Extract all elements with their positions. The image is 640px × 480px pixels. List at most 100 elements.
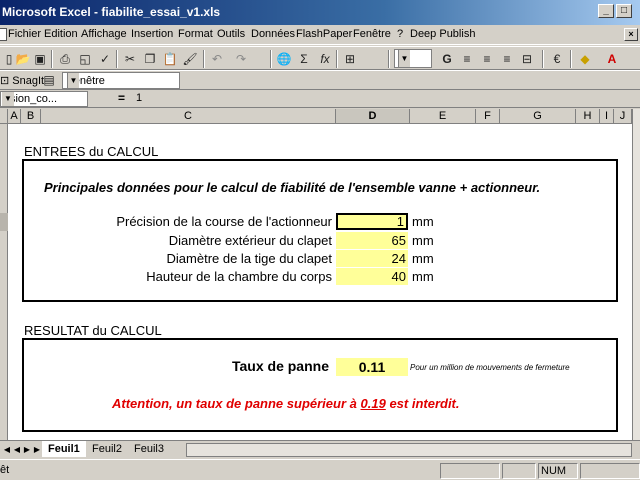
snagit-capture-icon[interactable]: ▤ — [40, 71, 58, 89]
snagit-toolbar: ⊡ SnagIt ▤ Fenêtre ▼ — [0, 70, 640, 90]
tab-feuil1[interactable]: Feuil1 — [42, 441, 86, 457]
vertical-scrollbar[interactable] — [632, 109, 640, 440]
result-box — [22, 338, 618, 432]
menu-donnees[interactable]: Données — [251, 28, 295, 40]
undo-icon[interactable]: ↶ — [208, 50, 226, 68]
function-icon[interactable]: fx — [316, 50, 334, 68]
formula-bar: cision_co... ▼ = 1 — [0, 90, 640, 108]
menu-outils[interactable]: Outils — [217, 28, 245, 40]
toolbar-separator — [542, 50, 544, 68]
status-bar: êt NUM — [0, 459, 640, 480]
num-lock-label: NUM — [541, 465, 567, 477]
hyperlink-icon[interactable]: 🌐 — [275, 50, 293, 68]
autosum-icon[interactable]: Σ — [295, 50, 313, 68]
first-sheet-icon[interactable]: ◀ — [2, 444, 12, 456]
format-painter-icon[interactable]: 🖌 — [181, 50, 199, 68]
column-header-g[interactable]: G — [500, 109, 576, 124]
tab-feuil2[interactable]: Feuil2 — [86, 441, 128, 457]
redo-icon[interactable]: ↷ — [232, 50, 250, 68]
menu-format[interactable]: Format — [178, 28, 213, 40]
menu-help[interactable]: ? — [397, 28, 403, 40]
font-color-icon[interactable]: A — [603, 50, 621, 68]
column-header-e[interactable]: E — [410, 109, 476, 124]
maximize-button[interactable]: □ — [616, 4, 632, 18]
formula-input[interactable]: 1 — [136, 92, 142, 104]
name-box[interactable]: cision_co... ▼ — [0, 91, 88, 107]
flashpaper-icon[interactable]: ⊞ — [341, 50, 359, 68]
title-bar: Microsoft Excel - fiabilite_essai_v1.xls… — [0, 0, 640, 25]
menu-flashpaper[interactable]: FlashPaper — [296, 28, 352, 40]
last-sheet-icon[interactable]: ▶ — [32, 444, 42, 456]
select-all-corner[interactable] — [0, 109, 8, 124]
print-preview-icon[interactable]: ◱ — [76, 50, 94, 68]
minimize-button[interactable]: _ — [598, 4, 614, 18]
column-header-c[interactable]: C — [41, 109, 336, 124]
result-note: Pour un million de mouvements de fermetu… — [410, 363, 570, 372]
chevron-down-icon[interactable]: ▼ — [398, 50, 410, 67]
copy-icon[interactable]: ❐ — [141, 50, 159, 68]
status-panel — [580, 463, 640, 479]
merge-center-icon[interactable]: ⊟ — [518, 50, 536, 68]
param-unit: mm — [412, 214, 434, 229]
sheet-tab-bar: ◀ ◀ ▶ ▶ Feuil1 Feuil2 Feuil3 — [0, 440, 640, 458]
open-icon[interactable]: 📂 — [14, 50, 32, 68]
param-label-hauteur: Hauteur de la chambre du corps — [146, 269, 332, 284]
prev-sheet-icon[interactable]: ◀ — [12, 444, 22, 456]
align-right-icon[interactable]: ≡ — [498, 50, 516, 68]
menu-fenetre[interactable]: Fenêtre — [353, 28, 391, 40]
menu-affichage[interactable]: Affichage — [81, 28, 127, 40]
worksheet-grid[interactable]: ENTREES du CALCUL Principales données po… — [0, 124, 632, 440]
paste-icon[interactable]: 📋 — [161, 50, 179, 68]
snagit-button[interactable]: ⊡ SnagIt — [0, 74, 44, 87]
menu-deep-publish[interactable]: Deep Publish — [410, 28, 475, 40]
column-header-h[interactable]: H — [576, 109, 600, 124]
param-value-precision[interactable]: 1 — [336, 213, 408, 230]
doc-close-button[interactable]: × — [624, 28, 638, 41]
euro-icon[interactable]: € — [548, 50, 566, 68]
param-unit: mm — [412, 269, 434, 284]
toolbar-separator — [51, 50, 53, 68]
window-title: Microsoft Excel - fiabilite_essai_v1.xls — [2, 5, 221, 19]
param-unit: mm — [412, 233, 434, 248]
status-text: êt — [0, 464, 10, 476]
align-center-icon[interactable]: ≡ — [478, 50, 496, 68]
print-icon[interactable]: ⎙ — [56, 50, 74, 68]
menu-insertion[interactable]: Insertion — [131, 28, 173, 40]
fill-color-icon[interactable]: ◆ — [576, 50, 594, 68]
column-header-j[interactable]: J — [614, 109, 632, 124]
section-inputs-label: ENTREES du CALCUL — [24, 144, 159, 159]
chevron-down-icon[interactable]: ▼ — [67, 73, 79, 88]
param-value-hauteur[interactable]: 40 — [336, 268, 408, 285]
window-select[interactable]: Fenêtre ▼ — [62, 72, 180, 89]
bold-icon[interactable]: G — [438, 50, 456, 68]
param-value-diam-tige[interactable]: 24 — [336, 250, 408, 267]
warning-limit: 0.19 — [360, 396, 386, 411]
horizontal-scrollbar[interactable] — [186, 443, 632, 457]
menu-fichier[interactable]: Fichier — [8, 28, 41, 40]
warning-text-post: est interdit. — [389, 396, 460, 411]
next-sheet-icon[interactable]: ▶ — [22, 444, 32, 456]
result-value[interactable]: 0.11 — [336, 358, 408, 376]
chevron-down-icon[interactable]: ▼ — [2, 92, 14, 106]
column-header-i[interactable]: I — [600, 109, 614, 124]
spelling-icon[interactable]: ✓ — [96, 50, 114, 68]
align-left-icon[interactable]: ≡ — [458, 50, 476, 68]
save-icon[interactable]: ▣ — [31, 50, 49, 68]
row-header-selected[interactable] — [0, 213, 8, 231]
tab-feuil3[interactable]: Feuil3 — [128, 441, 170, 457]
cut-icon[interactable]: ✂ — [121, 50, 139, 68]
column-header-f[interactable]: F — [476, 109, 500, 124]
column-header-b[interactable]: B — [21, 109, 41, 124]
font-size-select[interactable]: 12 ▼ — [394, 49, 432, 68]
column-header-a[interactable]: A — [8, 109, 21, 124]
toolbar-separator — [270, 50, 272, 68]
row-headers[interactable] — [0, 124, 8, 440]
num-lock-indicator: NUM — [538, 463, 578, 479]
standard-toolbar: ▯ 📂 ▣ ⎙ ◱ ✓ ✂ ❐ 📋 🖌 ↶ ↷ 🌐 Σ fx ⊞ 12 ▼ G … — [0, 46, 640, 70]
status-panel — [440, 463, 500, 479]
menu-edition[interactable]: Edition — [44, 28, 78, 40]
param-value-diam-ext[interactable]: 65 — [336, 232, 408, 249]
column-header-d[interactable]: D — [336, 109, 410, 124]
toolbar-separator — [203, 50, 205, 68]
workbook-icon[interactable] — [0, 28, 7, 41]
